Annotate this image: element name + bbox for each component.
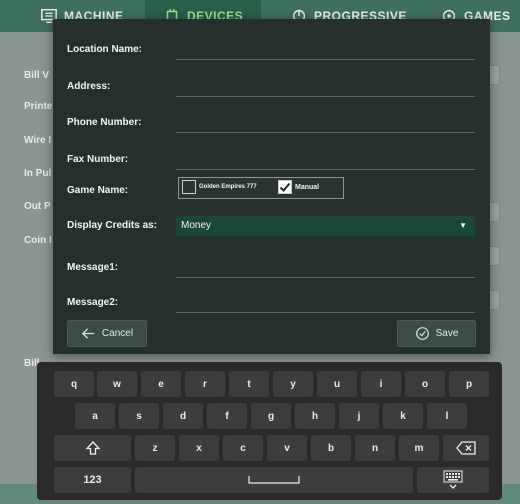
key-f[interactable]: f — [207, 403, 247, 429]
back-arrow-icon — [81, 328, 95, 339]
key-w[interactable]: w — [97, 371, 137, 397]
key-v[interactable]: v — [267, 435, 307, 461]
hide-keyboard-key[interactable] — [417, 467, 489, 493]
key-t[interactable]: t — [229, 371, 269, 397]
key-o[interactable]: o — [405, 371, 445, 397]
key-g[interactable]: g — [251, 403, 291, 429]
message1-row: Message1: — [53, 252, 490, 282]
key-c[interactable]: c — [223, 435, 263, 461]
phone-number-label: Phone Number: — [67, 117, 142, 128]
keyboard-hide-icon — [443, 470, 463, 489]
address-label: Address: — [67, 81, 111, 92]
display-credits-select[interactable]: Money ▼ — [176, 216, 475, 236]
bg-label-bill-validator: Bill V — [24, 70, 50, 81]
game-option-label: Manual — [295, 183, 320, 191]
key-y[interactable]: y — [273, 371, 313, 397]
backspace-key[interactable] — [443, 435, 489, 461]
key-l[interactable]: l — [427, 403, 467, 429]
key-j[interactable]: j — [339, 403, 379, 429]
game-option-label: Golden Empires 777 — [199, 184, 257, 190]
key-i[interactable]: i — [361, 371, 401, 397]
location-name-input[interactable] — [176, 59, 475, 60]
message1-input[interactable] — [176, 277, 475, 278]
game-name-selector: Golden Empires 777 Manual — [178, 177, 344, 199]
key-b[interactable]: b — [311, 435, 351, 461]
bg-label-in-pulse: In Pul — [24, 168, 52, 179]
key-m[interactable]: m — [399, 435, 439, 461]
message2-row: Message2: — [53, 287, 490, 317]
game-option-manual[interactable]: Manual — [278, 180, 319, 194]
location-name-label: Location Name: — [67, 44, 143, 55]
save-label: Save — [435, 328, 459, 339]
game-option-golden-empires[interactable]: Golden Empires 777 — [182, 180, 257, 194]
on-screen-keyboard: q w e r t y u i o p a s d f g h j k l z … — [37, 362, 502, 500]
phone-number-input[interactable] — [176, 132, 475, 133]
key-u[interactable]: u — [317, 371, 357, 397]
cancel-label: Cancel — [101, 328, 134, 339]
location-settings-dialog: Location Name: Address: Phone Number: Fa… — [53, 19, 490, 354]
key-e[interactable]: e — [141, 371, 181, 397]
checkbox-checked[interactable] — [278, 180, 292, 194]
checkmark-icon — [279, 182, 291, 192]
space-bar[interactable] — [135, 467, 413, 493]
chevron-down-icon: ▼ — [459, 221, 467, 230]
bg-label-coin: Coin I — [24, 235, 52, 246]
message2-input[interactable] — [176, 312, 475, 313]
fax-number-label: Fax Number: — [67, 154, 129, 165]
space-icon — [248, 476, 300, 484]
key-p[interactable]: p — [449, 371, 489, 397]
key-n[interactable]: n — [355, 435, 395, 461]
key-k[interactable]: k — [383, 403, 423, 429]
display-credits-value: Money — [181, 220, 212, 231]
message1-label: Message1: — [67, 262, 119, 273]
key-x[interactable]: x — [179, 435, 219, 461]
game-name-label: Game Name: — [67, 185, 129, 196]
location-name-row: Location Name: — [53, 34, 490, 64]
key-a[interactable]: a — [75, 403, 115, 429]
key-d[interactable]: d — [163, 403, 203, 429]
bg-label-wire: Wire I — [24, 135, 52, 146]
shift-icon — [85, 441, 100, 455]
check-circle-icon — [415, 327, 429, 340]
address-row: Address: — [53, 71, 490, 101]
display-credits-row: Display Credits as: Money ▼ — [53, 216, 490, 246]
save-button[interactable]: Save — [397, 320, 476, 347]
backspace-icon — [456, 441, 476, 455]
key-q[interactable]: q — [54, 371, 94, 397]
game-name-row: Game Name: Golden Empires 777 Manual — [53, 177, 490, 207]
bg-label-out-pulse: Out P — [24, 201, 51, 212]
bg-label-printer: Printe — [24, 101, 53, 112]
address-input[interactable] — [176, 96, 475, 97]
shift-key[interactable] — [54, 435, 131, 461]
phone-row: Phone Number: — [53, 107, 490, 137]
checkbox[interactable] — [182, 180, 196, 194]
message2-label: Message2: — [67, 297, 119, 308]
key-s[interactable]: s — [119, 403, 159, 429]
display-credits-label: Display Credits as: — [67, 220, 158, 231]
key-h[interactable]: h — [295, 403, 335, 429]
fax-row: Fax Number: — [53, 144, 490, 174]
key-z[interactable]: z — [135, 435, 175, 461]
fax-number-input[interactable] — [176, 169, 475, 170]
key-r[interactable]: r — [185, 371, 225, 397]
numbers-key[interactable]: 123 — [54, 467, 131, 493]
cancel-button[interactable]: Cancel — [67, 320, 147, 347]
